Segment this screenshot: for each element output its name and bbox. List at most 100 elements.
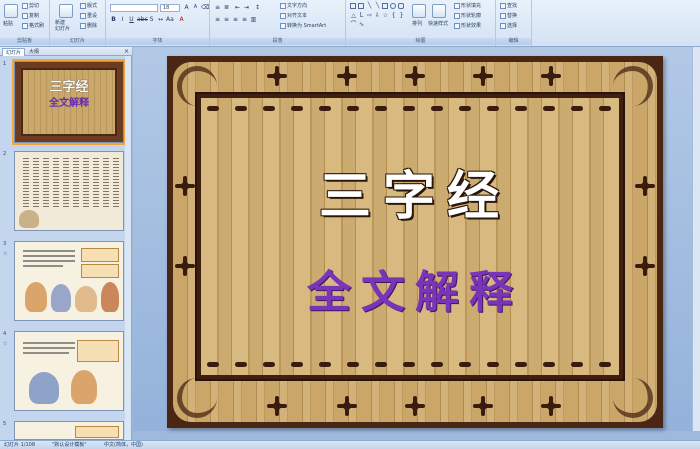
grow-font-icon[interactable]: A <box>183 4 190 11</box>
rectangle-shape-icon[interactable] <box>350 3 356 9</box>
drawing-group: ╲ ╲ △ ᒪ ⇨ ⇩ ☆ { } ⌒ ∿ 排列 快速样式 形状填充 形状轮廓 … <box>346 0 496 46</box>
triangle-shape-icon[interactable]: △ <box>350 12 357 19</box>
text-column <box>33 158 39 208</box>
tab-slides[interactable]: 幻灯片 <box>2 48 26 56</box>
smartart-button[interactable]: 转换为 SmartArt <box>280 22 326 29</box>
quick-styles-icon[interactable] <box>432 4 446 18</box>
underline-icon[interactable]: U <box>128 16 135 23</box>
clear-format-icon[interactable]: ⌫ <box>201 4 209 11</box>
slide-subtitle[interactable]: 全文解释 <box>167 256 663 320</box>
spacing-icon[interactable]: ↔ <box>157 16 164 23</box>
paste-button[interactable]: 粘贴 <box>3 20 13 27</box>
shape-fill-label: 形状填充 <box>461 3 482 9</box>
cut-button[interactable]: 剪切 <box>22 2 39 9</box>
align-right-icon[interactable]: ≡ <box>232 16 239 23</box>
cross-ornament-icon <box>405 66 425 86</box>
pane-scrollbar[interactable] <box>125 56 131 440</box>
text-direction-button[interactable]: 文字方向 <box>280 2 307 9</box>
theme-name: "默认设计模板" <box>52 442 87 448</box>
slide-thumbnail-5[interactable] <box>14 421 124 440</box>
align-text-label: 对齐文本 <box>287 13 308 19</box>
numbering-icon[interactable]: ≣ <box>223 4 230 11</box>
thumbnail-subtitle: 全文解释 <box>49 98 89 109</box>
layout-button[interactable]: 版式 <box>80 2 97 9</box>
freeform-shape-icon[interactable]: ∿ <box>358 21 365 28</box>
bend-shape-icon[interactable]: ᒪ <box>358 12 365 19</box>
paste-icon[interactable] <box>4 4 18 18</box>
brace-shape-icon[interactable]: { <box>390 12 397 19</box>
replace-button[interactable]: 替换 <box>500 12 517 19</box>
shape-outline-button[interactable]: 形状轮廓 <box>454 12 481 19</box>
curve-shape-icon[interactable]: ⌒ <box>350 21 357 28</box>
thumbnail-figure <box>71 370 97 404</box>
line-spacing-icon[interactable]: ↕ <box>254 4 261 11</box>
font-size-combo[interactable]: 18 <box>160 4 180 12</box>
outline-icon <box>454 12 460 19</box>
change-case-icon[interactable]: Aa <box>166 16 174 23</box>
align-left-icon[interactable]: ≡ <box>214 16 221 23</box>
current-slide[interactable]: 三字经 全文解释 <box>167 56 663 428</box>
slide-thumbnail-2[interactable] <box>14 151 124 231</box>
slide-title[interactable]: 三字经 <box>167 154 663 229</box>
tab-outline[interactable]: 大纲 <box>26 48 42 56</box>
align-text-button[interactable]: 对齐文本 <box>280 12 307 19</box>
thumbnail-title: 三字经 <box>49 80 89 95</box>
line-shape-2-icon[interactable]: ╲ <box>374 2 381 9</box>
italic-icon[interactable]: I <box>119 16 126 23</box>
new-slide-icon[interactable] <box>59 4 73 18</box>
cross-ornament-icon <box>541 396 561 416</box>
strikethrough-icon[interactable]: abc <box>137 16 148 23</box>
reset-button[interactable]: 重设 <box>80 12 97 19</box>
font-color-icon[interactable]: A <box>178 16 185 23</box>
columns-icon[interactable]: ▥ <box>250 16 257 23</box>
paragraph-group: ≡ ≣ ⇤ ⇥ ↕ ≡ ≡ ≡ ≡ ▥ 文字方向 对齐文本 转换为 SmartA… <box>210 0 346 46</box>
line-shape-icon[interactable]: ╲ <box>366 2 373 9</box>
bamboo-board <box>201 98 619 375</box>
down-arrow-shape-icon[interactable]: ⇩ <box>374 12 381 19</box>
paragraph-group-label: 段落 <box>210 38 345 45</box>
shrink-font-icon[interactable]: A <box>192 4 199 11</box>
find-button[interactable]: 查找 <box>500 2 517 9</box>
slide-thumbnail-4[interactable] <box>14 331 124 411</box>
thumbnail-figure <box>19 210 39 228</box>
align-center-icon[interactable]: ≡ <box>223 16 230 23</box>
shape-fill-button[interactable]: 形状填充 <box>454 2 481 9</box>
slides-pane: 幻灯片 大纲 × 1 三字经 全文解释 2 3 ☆ 4 ☆ 5 <box>0 47 132 440</box>
arrow-shape-icon[interactable]: ⇨ <box>366 12 373 19</box>
slide-thumbnail-1[interactable]: 三字经 全文解释 <box>12 59 126 145</box>
bold-icon[interactable]: B <box>110 16 117 23</box>
text-direction-label: 文字方向 <box>287 3 308 9</box>
decrease-indent-icon[interactable]: ⇤ <box>234 4 241 11</box>
delete-button[interactable]: 删除 <box>80 22 97 29</box>
rect-shape-icon[interactable] <box>382 3 388 9</box>
canvas-scrollbar[interactable] <box>692 47 700 431</box>
format-painter-button[interactable]: 格式刷 <box>22 22 44 29</box>
textbox-shape-icon[interactable] <box>358 3 364 9</box>
replace-label: 替换 <box>507 13 518 19</box>
slide-thumbnail-3[interactable] <box>14 241 124 321</box>
new-slide-button[interactable]: 新建 幻灯片 <box>55 20 70 32</box>
arrange-icon[interactable] <box>412 4 426 18</box>
brace-shape-2-icon[interactable]: } <box>398 12 405 19</box>
animation-star-icon: ☆ <box>3 341 8 347</box>
increase-indent-icon[interactable]: ⇥ <box>243 4 250 11</box>
select-button[interactable]: 选择 <box>500 22 517 29</box>
bullets-icon[interactable]: ≡ <box>214 4 221 11</box>
shape-effects-button[interactable]: 形状效果 <box>454 22 481 29</box>
star-shape-icon[interactable]: ☆ <box>382 12 389 19</box>
copy-button[interactable]: 复制 <box>22 12 39 19</box>
justify-icon[interactable]: ≡ <box>241 16 248 23</box>
font-name-combo[interactable] <box>110 4 158 12</box>
thumbnail-label-box <box>77 340 119 362</box>
oval-shape-icon[interactable] <box>390 3 396 9</box>
language-indicator[interactable]: 中文(简体，中国) <box>104 441 143 449</box>
shadow-icon[interactable]: S <box>148 16 155 23</box>
smartart-label: 转换为 SmartArt <box>287 23 327 29</box>
arrange-button[interactable]: 排列 <box>412 20 422 27</box>
thumbnail-figure <box>29 372 59 404</box>
quick-styles-button[interactable]: 快速样式 <box>428 20 448 27</box>
thumbnail-label-box <box>81 264 119 278</box>
font-group: 18 A A ⌫ B I U abc S ↔ Aa A 字体 <box>106 0 210 46</box>
close-icon[interactable]: × <box>124 48 129 55</box>
rounded-rect-shape-icon[interactable] <box>398 3 404 9</box>
